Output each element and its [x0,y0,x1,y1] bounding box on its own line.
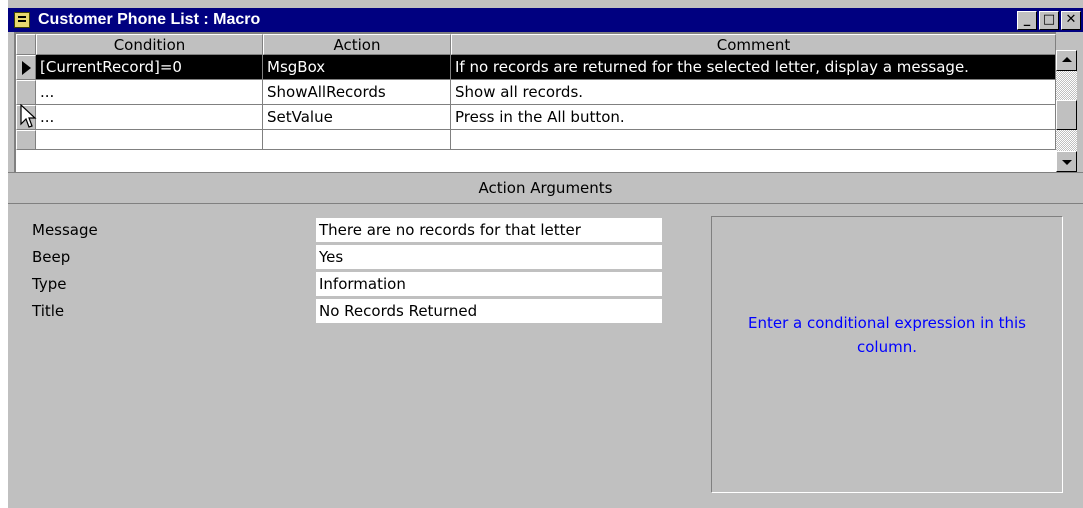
table-row[interactable]: ... SetValue Press in the All button. [16,105,1056,130]
table-row[interactable]: [CurrentRecord]=0 MsgBox If no records a… [16,55,1056,80]
vertical-scrollbar[interactable] [1056,50,1077,172]
macro-window: Customer Phone List : Macro _ □ ✕ Condit… [0,0,1083,508]
grid-header: Condition Action Comment [16,34,1056,55]
row-selector[interactable] [16,80,36,105]
window-left-border [0,0,8,508]
minimize-button[interactable]: _ [1017,10,1037,30]
condition-cell[interactable]: [CurrentRecord]=0 [36,55,263,80]
argument-row: Title No Records Returned [32,299,672,323]
comment-cell[interactable]: Press in the All button. [451,105,1056,130]
help-text: Enter a conditional expression in this c… [748,313,1026,356]
macro-icon [14,12,30,28]
argument-value-field[interactable]: Yes [316,245,662,269]
scroll-up-button[interactable] [1056,50,1077,71]
scroll-thumb[interactable] [1056,100,1077,130]
table-row[interactable] [16,130,1056,150]
condition-cell[interactable]: ... [36,105,263,130]
window-title: Customer Phone List : Macro [38,11,261,28]
mouse-pointer-icon [20,104,37,128]
condition-cell[interactable]: ... [36,80,263,105]
argument-value-field[interactable]: Information [316,272,662,296]
comment-cell[interactable]: If no records are returned for the selec… [451,55,1056,80]
argument-label: Type [32,275,67,293]
maximize-button[interactable]: □ [1039,10,1059,30]
argument-label: Beep [32,248,71,266]
condition-cell[interactable] [36,130,263,150]
argument-row: Message There are no records for that le… [32,218,672,242]
arrow-down-icon [1062,160,1072,165]
comment-cell[interactable]: Show all records. [451,80,1056,105]
argument-label: Title [32,302,65,320]
action-cell[interactable]: MsgBox [263,55,451,80]
help-panel: Enter a conditional expression in this c… [711,216,1063,493]
argument-row: Beep Yes [32,245,672,269]
action-arguments-header: Action Arguments [8,172,1083,204]
row-selector[interactable] [16,130,36,150]
row-selector[interactable] [16,55,36,80]
action-cell[interactable]: ShowAllRecords [263,80,451,105]
table-row[interactable]: ... ShowAllRecords Show all records. [16,80,1056,105]
column-header-action[interactable]: Action [263,34,451,55]
action-cell[interactable]: SetValue [263,105,451,130]
close-button[interactable]: ✕ [1061,10,1081,30]
macro-grid: Condition Action Comment [CurrentRecord]… [14,32,1056,172]
header-selector[interactable] [16,34,36,55]
action-cell[interactable] [263,130,451,150]
column-header-condition[interactable]: Condition [36,34,263,55]
column-header-comment[interactable]: Comment [451,34,1056,55]
comment-cell[interactable] [451,130,1056,150]
window-controls: _ □ ✕ [1017,10,1081,30]
current-row-arrow-icon [22,61,31,75]
title-bar[interactable]: Customer Phone List : Macro _ □ ✕ [8,8,1083,32]
scroll-down-button[interactable] [1056,151,1077,172]
argument-row: Type Information [32,272,672,296]
argument-value-field[interactable]: No Records Returned [316,299,662,323]
argument-value-field[interactable]: There are no records for that letter [316,218,662,242]
arrow-up-icon [1062,57,1072,62]
argument-label: Message [32,221,98,239]
